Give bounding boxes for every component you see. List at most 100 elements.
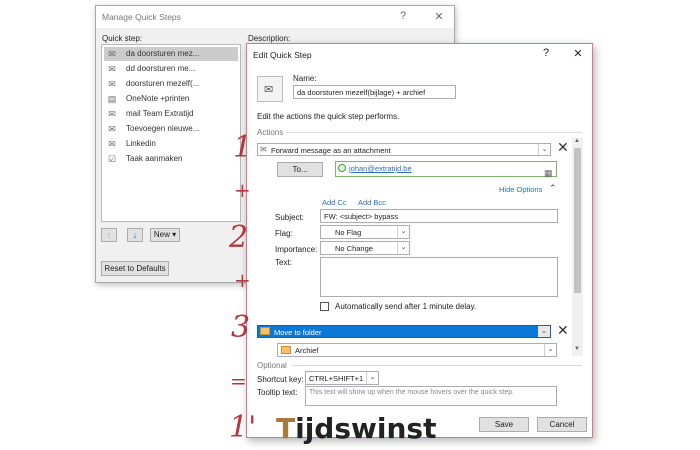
annotation-step-2: 2 [229, 220, 249, 255]
description-label: Description: [248, 34, 291, 43]
annotation-plus-2: + [234, 268, 251, 292]
chevron-down-icon: ⌄ [397, 242, 409, 254]
mail-icon: ✉ [108, 109, 116, 119]
address-book-icon[interactable]: ▦ [544, 168, 553, 179]
shortcut-label: Shortcut key: [257, 375, 304, 384]
scroll-up-arrow-icon: ▲ [574, 138, 580, 144]
forward-envelope-icon: ✉ [108, 139, 116, 149]
actions-scrollbar[interactable]: ▲ ▼ [572, 138, 583, 356]
list-item[interactable]: ✉ Toevoegen nieuwe... [104, 122, 238, 136]
subject-label: Subject: [275, 213, 304, 222]
task-icon: ☑ [107, 154, 117, 164]
shortcut-value: CTRL+SHIFT+1 [309, 374, 364, 383]
forward-envelope-icon: ✉ [108, 49, 116, 59]
importance-label: Importance: [275, 245, 318, 254]
close-button[interactable]: ✕ [571, 47, 585, 60]
add-bcc-link[interactable]: Add Bcc [358, 198, 386, 207]
annotation-step-1: 1 [233, 130, 253, 165]
tooltip-label: Tooltip text: [257, 388, 298, 397]
flag-dropdown[interactable]: No Flag ⌄ [320, 225, 410, 239]
annotation-step-3: 3 [231, 310, 251, 345]
quick-step-list[interactable]: ✉ da doorsturen mez... ✉ dd doorsturen m… [101, 44, 241, 222]
folder-icon [260, 327, 270, 335]
onenote-icon: ▤ [107, 94, 117, 104]
flag-value: No Flag [335, 228, 362, 237]
folder-icon [281, 346, 291, 354]
to-recipient-input[interactable]: johan@extratijd.be [335, 161, 557, 177]
text-area[interactable] [320, 257, 558, 297]
folder-dropdown[interactable]: Archief ⌄ [277, 343, 557, 357]
tijdswinst-t: T [276, 412, 296, 445]
name-input[interactable]: da doorsturen mezelf(bijlage) + archief [293, 85, 456, 99]
text-label: Text: [275, 258, 292, 267]
instructions-text: Edit the actions the quick step performs… [257, 112, 400, 121]
arrow-down-icon: ↓ [132, 230, 138, 240]
chevron-down-icon: ⌄ [544, 344, 556, 356]
actions-header: Actions [257, 128, 284, 137]
forward-envelope-icon: ✉ [108, 64, 116, 74]
manage-title: Manage Quick Steps [102, 12, 181, 22]
annotation-plus-1: + [234, 178, 251, 202]
arrow-up-icon: ↑ [106, 230, 112, 240]
contact-status-icon [338, 164, 346, 172]
annotation-equals: = [230, 369, 247, 393]
chevron-down-icon: ⌄ [538, 144, 550, 155]
list-item[interactable]: ▤ OneNote +printen [104, 92, 238, 106]
list-item[interactable]: ✉ mail Team Extratijd [104, 107, 238, 121]
action2-value: Move to folder [274, 328, 322, 337]
flag-label: Flag: [275, 229, 293, 238]
action1-value: Forward message as an attachment [271, 146, 391, 155]
name-label: Name: [293, 74, 317, 83]
list-item[interactable]: ✉ da doorsturen mez... [104, 47, 238, 61]
tijdswinst-rest: ijdswinst [295, 412, 437, 445]
cancel-button[interactable]: Cancel [537, 417, 587, 432]
help-button[interactable]: ? [539, 47, 553, 59]
list-item[interactable]: ☑ Taak aanmaken [104, 152, 238, 166]
folder-value: Archief [295, 346, 319, 355]
to-recipient-value: johan@extratijd.be [349, 164, 412, 173]
edit-quick-step-window: Edit Quick Step ? ✕ ✉ Name: da doorsture… [246, 43, 593, 438]
help-button[interactable]: ? [396, 10, 410, 22]
tijdswinst-label: Tijdswinst [276, 412, 436, 445]
quick-step-icon-button[interactable]: ✉ [257, 76, 283, 102]
remove-action2-icon[interactable]: ✕ [557, 322, 569, 339]
envelope-icon: ✉ [264, 84, 274, 96]
tooltip-input[interactable]: This text will show up when the mouse ho… [305, 386, 557, 406]
list-item[interactable]: ✉ dd doorsturen me... [104, 62, 238, 76]
list-item[interactable]: ✉ doorsturen mezelf(... [104, 77, 238, 91]
close-button[interactable]: ✕ [432, 10, 446, 23]
subject-input[interactable]: FW: <subject> bypass [320, 209, 558, 223]
optional-divider [292, 365, 582, 366]
forward-envelope-icon: ✉ [108, 79, 116, 89]
forward-icon: ✉ [260, 145, 267, 154]
edit-title: Edit Quick Step [253, 50, 312, 60]
chevron-down-icon: ⌄ [397, 226, 409, 238]
chevron-down-icon: ⌄ [538, 326, 550, 337]
auto-send-checkbox[interactable] [320, 302, 329, 311]
forward-envelope-icon: ✉ [108, 124, 116, 134]
to-button[interactable]: To... [277, 162, 323, 177]
scrollbar-thumb[interactable] [574, 148, 581, 293]
annotation-one-minute: 1' [229, 410, 257, 445]
auto-send-label: Automatically send after 1 minute delay. [335, 302, 477, 311]
remove-action1-icon[interactable]: ✕ [557, 139, 569, 156]
move-down-button[interactable]: ↓ [127, 228, 143, 242]
new-button[interactable]: New ▾ [150, 228, 180, 242]
manage-titlebar: Manage Quick Steps ? ✕ [96, 6, 454, 28]
chevron-down-icon: ⌄ [366, 372, 378, 384]
collapse-chevron-icon[interactable]: ⌃ [549, 183, 557, 194]
save-button[interactable]: Save [479, 417, 529, 432]
optional-header: Optional [257, 361, 287, 370]
list-item[interactable]: ✉ Linkedin [104, 137, 238, 151]
quick-step-label: Quick step: [102, 34, 143, 43]
add-cc-link[interactable]: Add Cc [322, 198, 347, 207]
move-up-button[interactable]: ↑ [101, 228, 117, 242]
scroll-down-arrow-icon: ▼ [574, 346, 580, 352]
reset-to-defaults-button[interactable]: Reset to Defaults [101, 261, 169, 276]
importance-value: No Change [335, 244, 373, 253]
hide-options-link[interactable]: Hide Options [499, 185, 542, 194]
action1-dropdown[interactable]: ✉ Forward message as an attachment ⌄ [257, 143, 551, 156]
action2-dropdown[interactable]: Move to folder ⌄ [257, 325, 551, 338]
shortcut-dropdown[interactable]: CTRL+SHIFT+1 ⌄ [305, 371, 379, 385]
importance-dropdown[interactable]: No Change ⌄ [320, 241, 410, 255]
